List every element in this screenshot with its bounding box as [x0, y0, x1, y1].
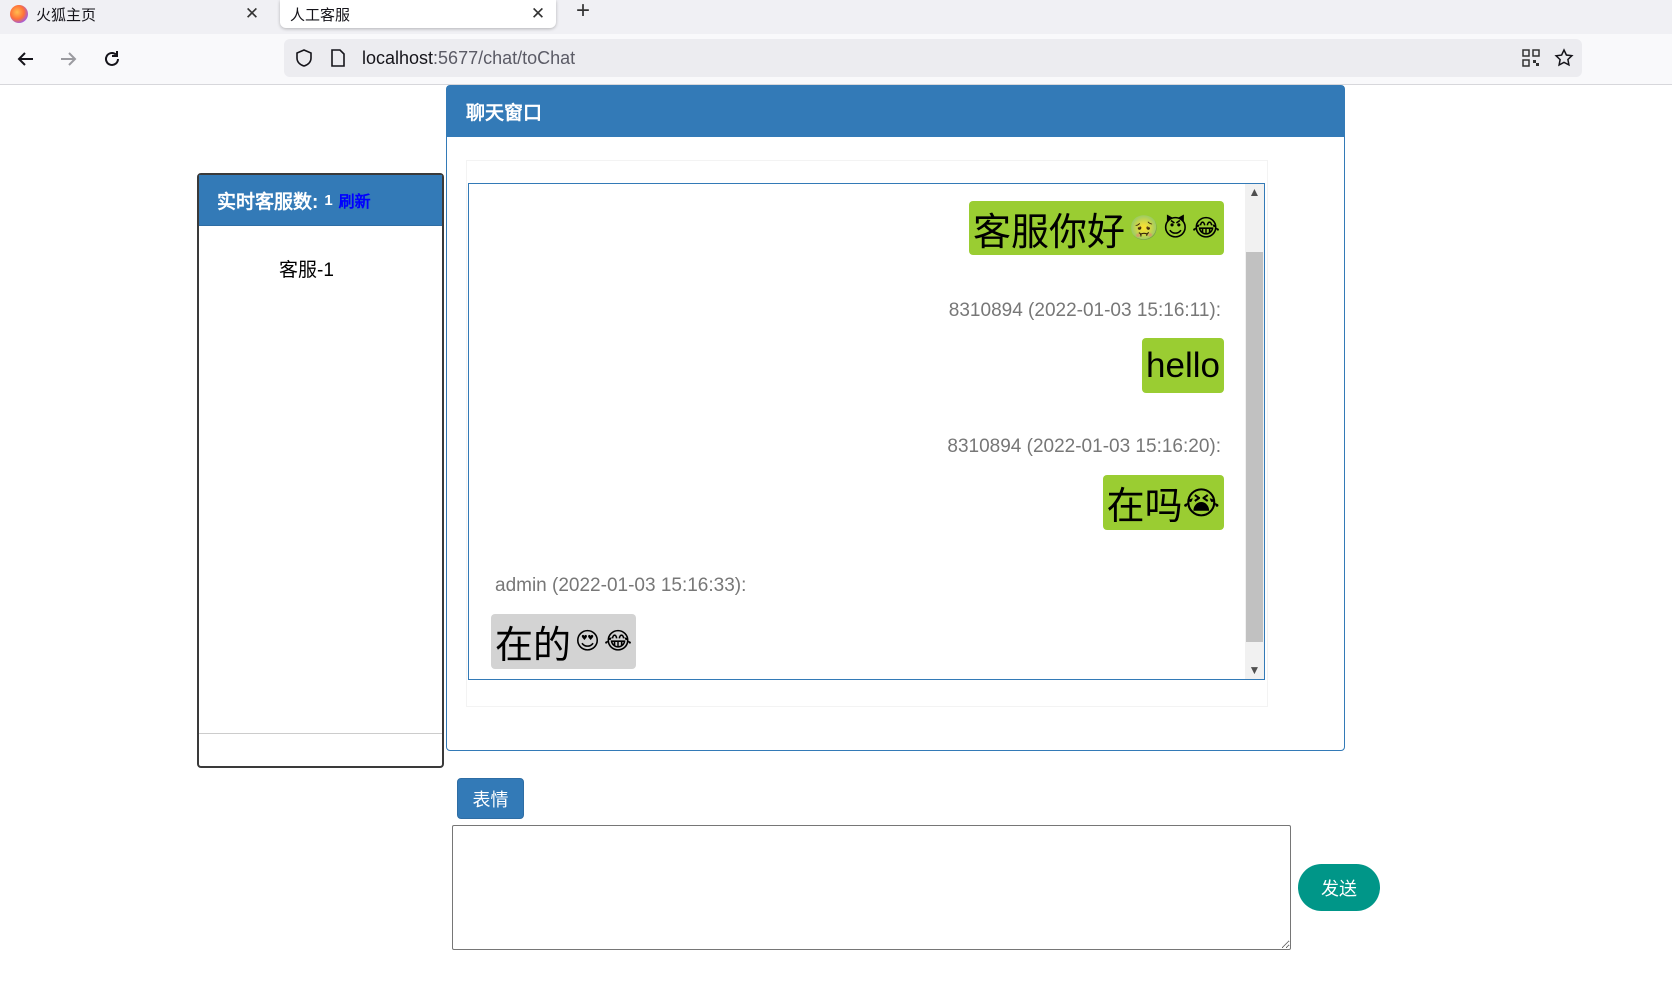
- address-bar[interactable]: localhost:5677/chat/toChat: [284, 39, 1582, 77]
- tab-customer-service[interactable]: 人工客服 ✕: [280, 0, 556, 28]
- chat-window-panel: 聊天窗口 客服你好 🤢 😈 😂 8310894 (2022-01-03 15:1…: [446, 85, 1345, 751]
- message-input[interactable]: [452, 825, 1291, 950]
- message-list-scrollbar[interactable]: ▲ ▼: [1245, 184, 1264, 679]
- agent-item[interactable]: 客服-1: [279, 255, 334, 282]
- message-list[interactable]: 客服你好 🤢 😈 😂 8310894 (2022-01-03 15:16:11)…: [468, 183, 1265, 680]
- heart-eyes-emoji-icon: 😍: [575, 628, 601, 655]
- close-tab-icon[interactable]: ✕: [242, 4, 262, 24]
- agent-list-panel: 实时客服数: 1 刷新 客服-1: [197, 173, 444, 768]
- new-tab-plus-icon[interactable]: +: [570, 0, 596, 26]
- tab-firefox-home[interactable]: 火狐主页 ✕: [6, 0, 270, 28]
- message-bubble: 在吗 😭: [1102, 475, 1224, 530]
- agent-list-header: 实时客服数: 1 刷新: [199, 175, 442, 226]
- navigation-toolbar: localhost:5677/chat/toChat: [0, 34, 1672, 85]
- firefox-icon: [10, 5, 28, 23]
- scroll-up-arrow-icon[interactable]: ▲: [1245, 184, 1264, 201]
- send-button[interactable]: 发送: [1298, 864, 1380, 911]
- forward-arrow-icon[interactable]: [52, 43, 84, 75]
- tears-of-joy-emoji-icon: 😂: [1191, 214, 1220, 242]
- tab-bar: 火狐主页 ✕ 人工客服 ✕ +: [0, 0, 1672, 34]
- crying-face-emoji-icon: 😭: [1182, 484, 1220, 521]
- message-text: hello: [1146, 345, 1220, 385]
- agent-count-title: 实时客服数:: [217, 191, 319, 213]
- agent-list-footer: [199, 733, 442, 766]
- back-arrow-icon[interactable]: [10, 43, 42, 75]
- scrollbar-thumb[interactable]: [1246, 252, 1263, 642]
- url-text[interactable]: localhost:5677/chat/toChat: [362, 48, 575, 69]
- message-bubble: 在的 😍 😂: [491, 614, 637, 669]
- emoji-button[interactable]: 表情: [457, 778, 524, 819]
- devil-face-emoji-icon: 😈: [1162, 214, 1188, 242]
- scroll-down-arrow-icon[interactable]: ▼: [1245, 662, 1264, 679]
- tab-label: 人工客服: [290, 6, 351, 24]
- message-bubble: hello: [1142, 338, 1224, 393]
- message-text: 在的: [495, 625, 572, 667]
- qr-code-icon[interactable]: [1522, 49, 1540, 72]
- reload-icon[interactable]: [96, 43, 128, 75]
- bookmark-star-icon[interactable]: [1554, 48, 1574, 73]
- shield-icon[interactable]: [294, 48, 314, 73]
- chat-window-title: 聊天窗口: [447, 86, 1344, 137]
- close-tab-icon[interactable]: ✕: [528, 4, 548, 24]
- message-meta: 8310894 (2022-01-03 15:16:20):: [947, 436, 1221, 457]
- tears-of-joy-emoji-icon: 😂: [604, 628, 633, 655]
- agent-count: 1: [324, 191, 333, 209]
- refresh-link[interactable]: 刷新: [339, 188, 371, 212]
- message-meta: admin (2022-01-03 15:16:33):: [495, 575, 747, 596]
- page-icon: [330, 49, 346, 72]
- tab-label: 火狐主页: [36, 6, 97, 24]
- message-bubble: 客服你好 🤢 😈 😂: [969, 201, 1224, 255]
- message-meta: 8310894 (2022-01-03 15:16:11):: [948, 300, 1221, 321]
- nauseated-face-emoji-icon: 🤢: [1129, 214, 1159, 242]
- message-text: 在吗: [1106, 486, 1183, 528]
- message-text: 客服你好: [973, 211, 1126, 254]
